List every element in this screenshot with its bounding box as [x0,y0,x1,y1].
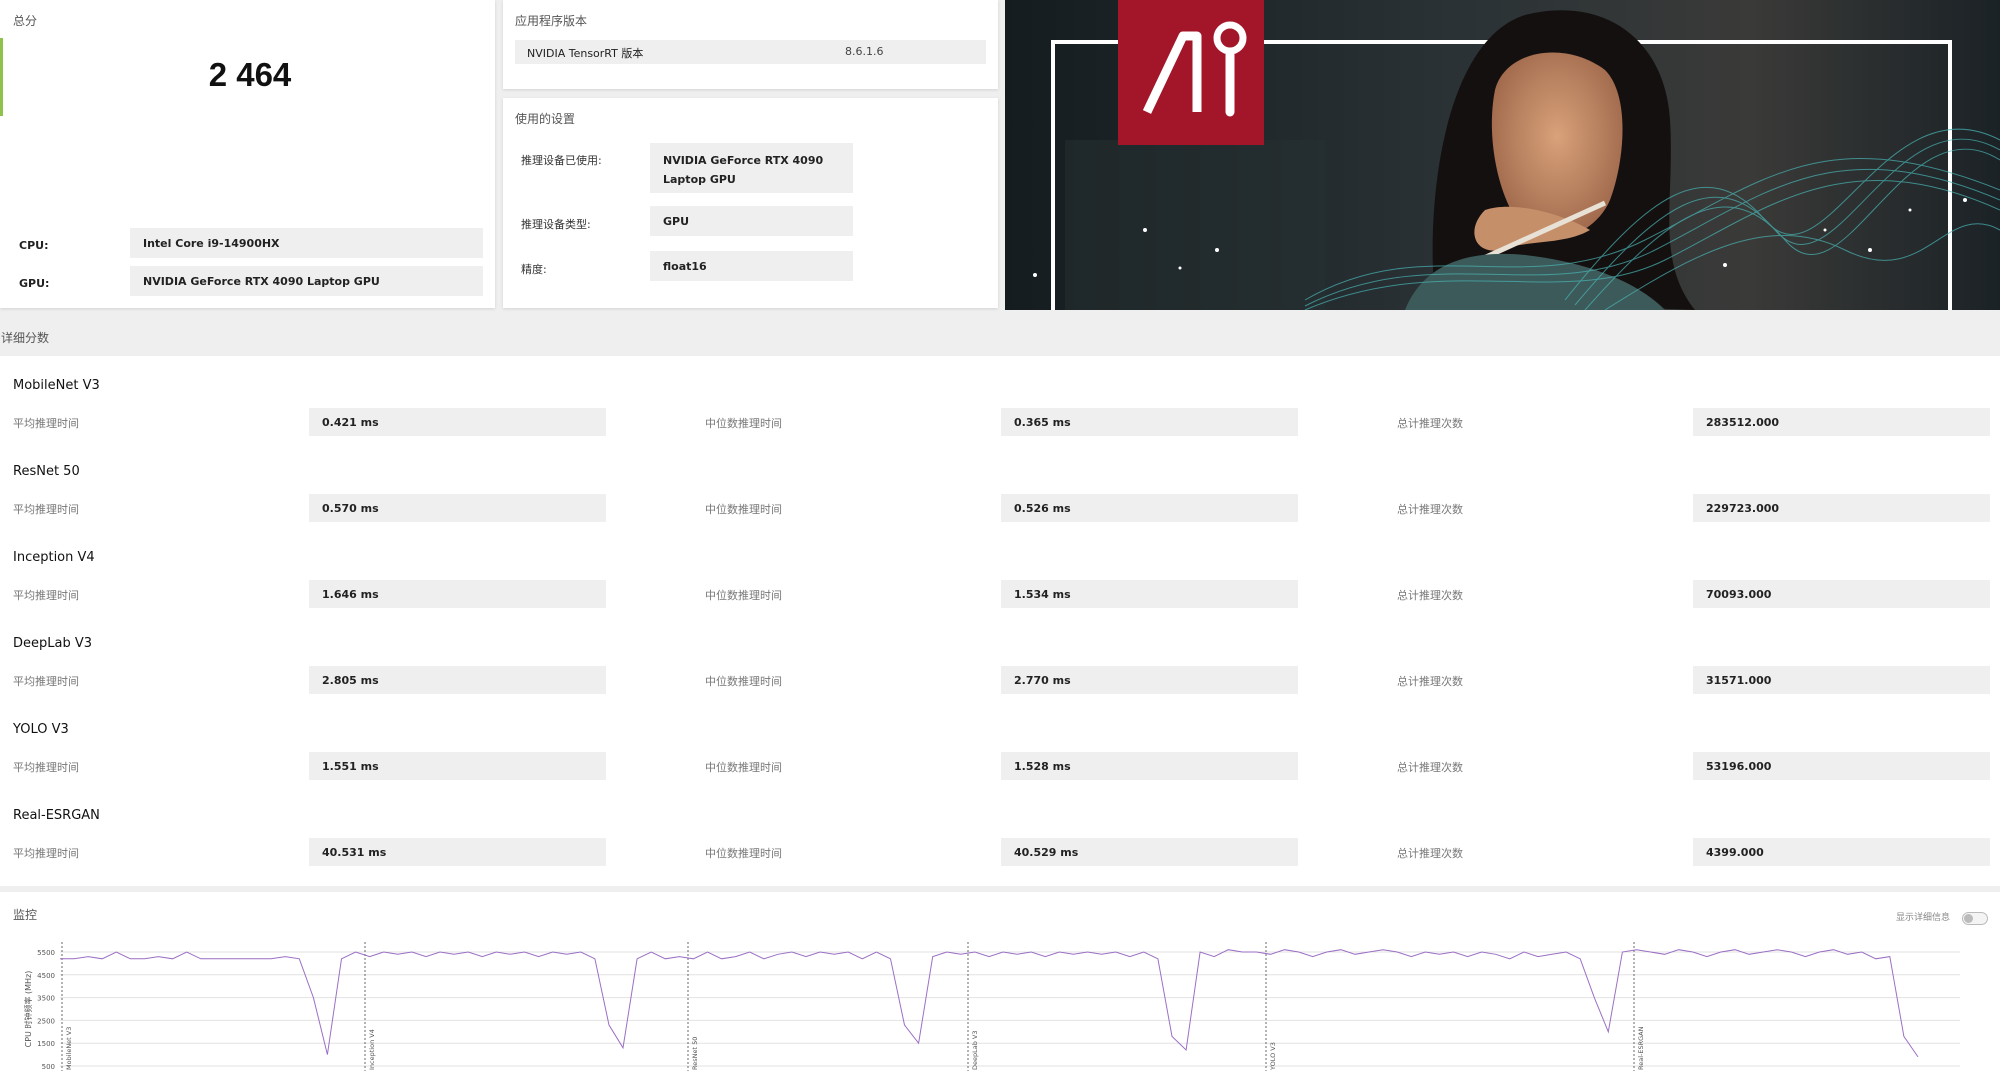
show-details-label: 显示详细信息 [1896,913,1951,923]
median-label: 中位数推理时间 [705,761,782,774]
total-value: 53196.000 [1693,752,1990,780]
cpu-value: Intel Core i9-14900HX [130,228,483,258]
segment-label: YOLO V3 [1269,1042,1277,1071]
segment-label: ResNet 50 [691,1037,699,1070]
summary-area: 总分 2 464 CPU: Intel Core i9-14900HX GPU:… [0,0,2000,310]
y-tick-label: 3500 [37,995,55,1003]
total-value: 70093.000 [1693,580,1990,608]
hero-image [1005,0,2000,310]
app-version-card: 应用程序版本 NVIDIA TensorRT 版本 8.6.1.6 [503,0,998,89]
total-value: 4399.000 [1693,838,1990,866]
version-row: NVIDIA TensorRT 版本 8.6.1.6 [515,40,986,64]
detail-section-header: 详细分数 [0,324,2000,356]
avg-label: 平均推理时间 [13,589,79,602]
y-tick-label: 1500 [37,1040,55,1048]
median-label: 中位数推理时间 [705,675,782,688]
avg-label: 平均推理时间 [13,417,79,430]
total-label: 总计推理次数 [1397,847,1463,860]
y-axis-ticks: 5500 4500 3500 2500 1500 500 [37,949,55,1071]
setting-label-device: 推理设备已使用: [521,154,602,167]
gpu-label: GPU: [19,277,50,290]
total-label: 总计推理次数 [1397,589,1463,602]
benchmark-title: YOLO V3 [13,722,69,737]
avg-label: 平均推理时间 [13,503,79,516]
setting-value-precision: float16 [650,251,853,281]
segment-markers: MobileNet V3 Inception V4 ResNet 50 DeepLab… [61,942,1645,1071]
benchmark-title: DeepLab V3 [13,636,93,651]
show-details-toggle[interactable] [1962,912,1988,925]
detail-scores-panel: MobileNet V3 平均推理时间 0.421 ms 中位数推理时间 0.3… [0,356,2000,886]
total-value: 283512.000 [1693,408,1990,436]
median-value: 0.526 ms [1001,494,1298,522]
total-score: 2 464 [208,56,292,93]
total-label: 总计推理次数 [1397,761,1463,774]
avg-value: 0.421 ms [309,408,606,436]
y-tick-label: 500 [42,1063,55,1071]
tensorrt-version-value: 8.6.1.6 [845,45,884,58]
avg-value: 0.570 ms [309,494,606,522]
segment-label: DeepLab V3 [971,1030,979,1070]
y-tick-label: 5500 [37,949,55,957]
score-accent-bar [0,38,3,116]
setting-value-device-type: GPU [650,206,853,236]
app-version-caption: 应用程序版本 [515,14,588,28]
gpu-value: NVIDIA GeForce RTX 4090 Laptop GPU [130,266,483,296]
ai-logo-icon [1118,0,1264,145]
benchmark-title: MobileNet V3 [13,378,100,393]
avg-label: 平均推理时间 [13,675,79,688]
chart-grid [60,951,1960,1067]
median-value: 1.528 ms [1001,752,1298,780]
settings-caption: 使用的设置 [515,112,576,126]
median-label: 中位数推理时间 [705,417,782,430]
detail-caption: 详细分数 [1,331,50,345]
avg-value: 1.646 ms [309,580,606,608]
settings-card: 使用的设置 推理设备已使用: NVIDIA GeForce RTX 4090 L… [503,98,998,308]
setting-label-precision: 精度: [521,263,547,276]
avg-value: 40.531 ms [309,838,606,866]
score-card: 总分 2 464 CPU: Intel Core i9-14900HX GPU:… [0,0,495,308]
segment-label: Inception V4 [368,1029,376,1070]
benchmark-title: ResNet 50 [13,464,80,479]
median-label: 中位数推理时间 [705,589,782,602]
setting-value-device: NVIDIA GeForce RTX 4090 Laptop GPU [650,143,853,193]
total-value: 229723.000 [1693,494,1990,522]
y-tick-label: 2500 [37,1017,55,1025]
median-value: 0.365 ms [1001,408,1298,436]
y-tick-label: 4500 [37,972,55,980]
median-label: 中位数推理时间 [705,503,782,516]
avg-value: 2.805 ms [309,666,606,694]
avg-label: 平均推理时间 [13,847,79,860]
total-value: 31571.000 [1693,666,1990,694]
median-value: 1.534 ms [1001,580,1298,608]
segment-label: MobileNet V3 [65,1027,73,1070]
median-value: 2.770 ms [1001,666,1298,694]
setting-label-device-type: 推理设备类型: [521,218,591,231]
hero-illustration [1005,0,2000,310]
setting-value-device-line2: Laptop GPU [663,173,736,186]
total-label: 总计推理次数 [1397,417,1463,430]
median-label: 中位数推理时间 [705,847,782,860]
total-label: 总计推理次数 [1397,675,1463,688]
cpu-clock-chart: 5500 4500 3500 2500 1500 500 CPU 时钟频率 (MHz) M… [23,942,1960,1071]
cpu-label: CPU: [19,239,49,252]
segment-label: Real-ESRGAN [1637,1026,1645,1070]
score-caption: 总分 [13,14,38,28]
total-label: 总计推理次数 [1397,503,1463,516]
avg-value: 1.551 ms [309,752,606,780]
tensorrt-version-label: NVIDIA TensorRT 版本 [527,47,644,60]
benchmark-title: Inception V4 [13,550,95,565]
y-axis-label: CPU 时钟频率 (MHz) [23,971,33,1048]
median-value: 40.529 ms [1001,838,1298,866]
setting-value-device-line1: NVIDIA GeForce RTX 4090 [663,154,824,167]
monitor-caption: 监控 [13,908,38,922]
avg-label: 平均推理时间 [13,761,79,774]
benchmark-title: Real-ESRGAN [13,808,100,823]
